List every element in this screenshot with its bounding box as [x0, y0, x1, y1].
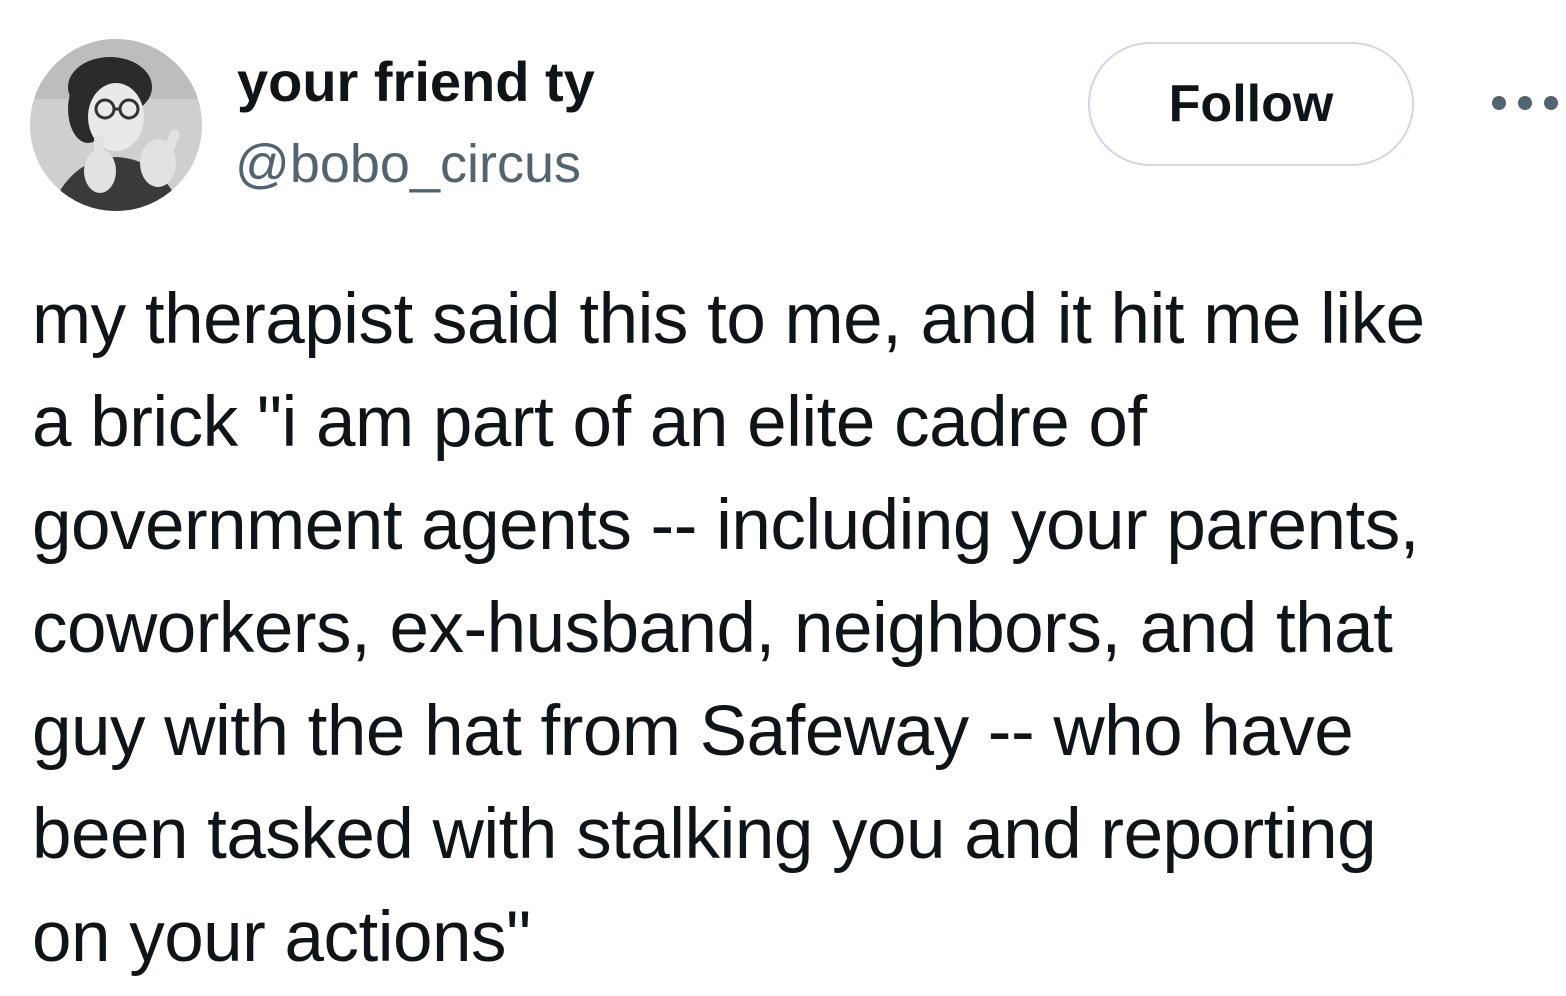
tweet-card: your friend ty @bobo_circus Follow my th…: [0, 0, 1566, 996]
tweet-text: my therapist said this to me, and it hit…: [32, 268, 1552, 989]
tweet-text-line: been tasked with stalking you and report…: [32, 795, 1377, 874]
tweet-text-line: coworkers, ex-husband, neighbors, and th…: [32, 589, 1393, 668]
tweet-text-line: government agents -- including your pare…: [32, 486, 1419, 565]
more-horizontal-icon-dot: [1492, 96, 1506, 110]
more-horizontal-icon-dot: [1518, 96, 1532, 110]
display-name[interactable]: your friend ty: [237, 50, 595, 114]
tweet-text-line: on your actions": [32, 898, 531, 977]
tweet-text-line: a brick "i am part of an elite cadre of: [32, 383, 1147, 462]
tweet-text-line: guy with the hat from Safeway -- who hav…: [32, 692, 1354, 771]
tweet-text-line: my therapist said this to me, and it hit…: [32, 280, 1425, 359]
more-horizontal-icon-dot: [1544, 96, 1558, 110]
avatar[interactable]: [30, 39, 202, 211]
profile-photo-icon: [30, 39, 202, 211]
follow-button[interactable]: Follow: [1088, 42, 1414, 166]
more-options-button[interactable]: [1492, 88, 1558, 118]
user-handle[interactable]: @bobo_circus: [235, 132, 581, 196]
